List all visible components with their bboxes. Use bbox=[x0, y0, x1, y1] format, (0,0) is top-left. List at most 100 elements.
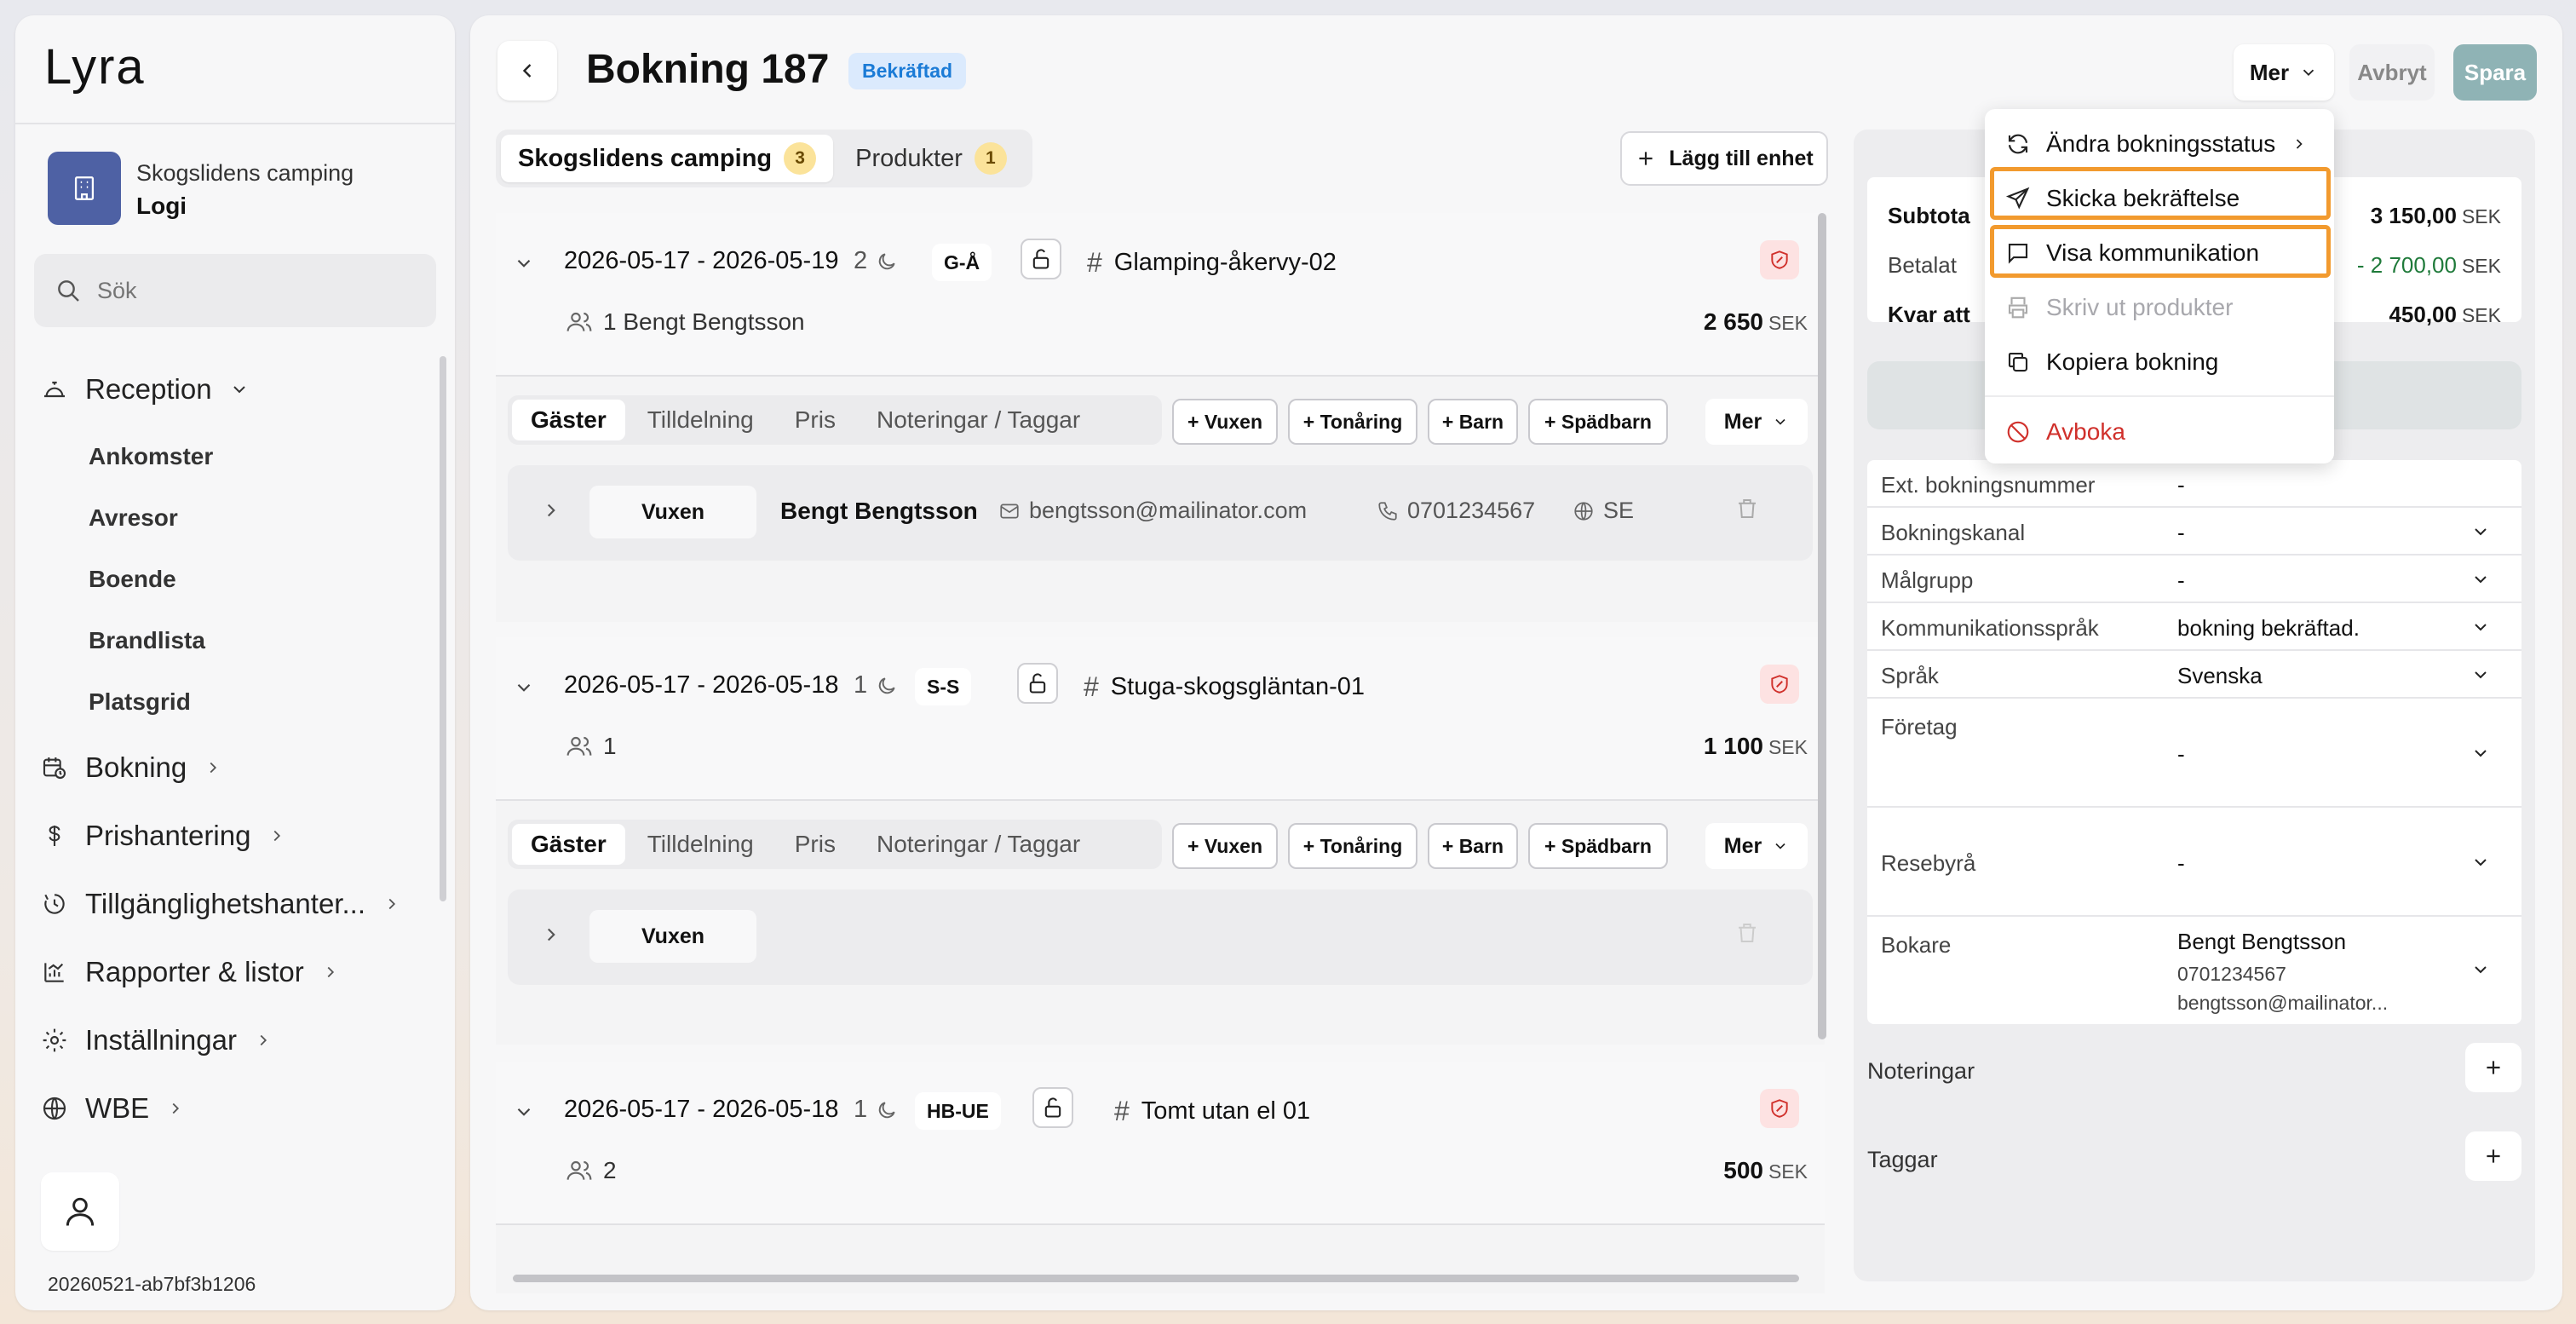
menu-cancel-booking[interactable]: Avboka bbox=[2005, 411, 2125, 453]
nav-sub-avresor[interactable]: Avresor bbox=[89, 504, 178, 532]
nav-reception-label: Reception bbox=[85, 373, 212, 405]
nights-count: 2 bbox=[854, 247, 868, 274]
unit-dates: 2026-05-17 - 2026-05-19 bbox=[564, 247, 839, 274]
guest-name: Bengt Bengtsson bbox=[780, 498, 978, 524]
add-note-button[interactable] bbox=[2465, 1043, 2521, 1092]
unit-card: 2026-05-17 - 2026-05-19 2 G-Å # Glamping-… bbox=[496, 213, 1825, 622]
field-row[interactable]: Företag - bbox=[1867, 699, 2521, 808]
chevron-down-icon[interactable] bbox=[513, 252, 535, 274]
unit-mer-button[interactable]: Mer bbox=[1705, 399, 1808, 445]
subtab-gaster[interactable]: Gäster bbox=[512, 400, 625, 440]
unlock-button[interactable] bbox=[1017, 663, 1058, 704]
nights-count: 1 bbox=[854, 671, 868, 699]
field-row[interactable]: Målgrupp - bbox=[1867, 556, 2521, 603]
user-avatar[interactable] bbox=[41, 1172, 119, 1251]
subtab-gaster[interactable]: Gäster bbox=[512, 824, 625, 865]
shield-button[interactable] bbox=[1760, 240, 1799, 279]
back-button[interactable] bbox=[497, 41, 557, 101]
subtab-pris[interactable]: Pris bbox=[776, 400, 854, 440]
field-row[interactable]: Språk Svenska bbox=[1867, 651, 2521, 699]
subtab-noteringar[interactable]: Noteringar / Taggar bbox=[858, 824, 1099, 865]
nav-installningar[interactable]: Inställningar bbox=[41, 1024, 273, 1056]
nav-sub-brandlista[interactable]: Brandlista bbox=[89, 627, 205, 654]
refresh-icon bbox=[2008, 134, 2028, 154]
menu-change-status[interactable]: Ändra bokningsstatus bbox=[2005, 123, 2308, 165]
field-row[interactable]: Bokningskanal - bbox=[1867, 508, 2521, 556]
field-row[interactable]: Bokare Bengt Bengtsson 0701234567 bengts… bbox=[1867, 917, 2521, 1024]
nav-prishantering[interactable]: Prishantering bbox=[41, 820, 286, 852]
spara-button[interactable]: Spara bbox=[2453, 44, 2537, 101]
nav-sub-boende[interactable]: Boende bbox=[89, 566, 176, 593]
unlock-button[interactable] bbox=[1021, 239, 1061, 279]
nav-sub-platsgrid[interactable]: Platsgrid bbox=[89, 688, 191, 716]
mer-button[interactable]: Mer bbox=[2234, 44, 2334, 101]
horizontal-scrollbar[interactable] bbox=[513, 1275, 1799, 1282]
unit-mer-button[interactable]: Mer bbox=[1705, 823, 1808, 869]
add-adult-button[interactable]: + Vuxen bbox=[1172, 399, 1278, 445]
chevron-down-icon[interactable] bbox=[513, 1101, 535, 1123]
add-teen-button[interactable]: + Tonåring bbox=[1288, 399, 1417, 445]
unit-header: 2026-05-17 - 2026-05-19 2 G-Å # Glamping-… bbox=[496, 213, 1825, 377]
shield-button[interactable] bbox=[1760, 665, 1799, 704]
shield-button[interactable] bbox=[1760, 1089, 1799, 1128]
subtab-tilldelning[interactable]: Tilldelning bbox=[629, 824, 773, 865]
nav-wbe[interactable]: WBE bbox=[41, 1092, 185, 1125]
unlock-button[interactable] bbox=[1032, 1087, 1073, 1128]
nav-sub-ankomster[interactable]: Ankomster bbox=[89, 443, 213, 470]
plus-icon bbox=[2487, 1149, 2500, 1163]
nav-tillganglighet[interactable]: Tillgänglighetshanter... bbox=[41, 888, 401, 920]
tab-label: Skogslidens camping bbox=[518, 144, 773, 172]
chevron-down-icon[interactable] bbox=[513, 676, 535, 699]
unit-mer-label: Mer bbox=[1723, 833, 1762, 858]
chevron-right-icon[interactable] bbox=[540, 499, 562, 521]
menu-copy-booking[interactable]: Kopiera bokning bbox=[2005, 341, 2218, 383]
chevron-right-icon[interactable] bbox=[540, 924, 562, 946]
hash-icon: # bbox=[1084, 671, 1099, 702]
chevron-down-icon bbox=[1775, 843, 1785, 849]
add-child-button[interactable]: + Barn bbox=[1428, 399, 1518, 445]
guest-type[interactable]: Vuxen bbox=[589, 910, 756, 963]
unit-dates: 2026-05-17 - 2026-05-18 bbox=[564, 1096, 839, 1123]
shield-icon bbox=[1771, 1099, 1788, 1118]
add-teen-button[interactable]: + Tonåring bbox=[1288, 823, 1417, 869]
add-unit-button[interactable]: Lägg till enhet bbox=[1620, 131, 1828, 186]
guest-email: bengtsson@mailinator.com bbox=[998, 498, 1307, 524]
sidebar-search[interactable] bbox=[34, 254, 436, 327]
search-input[interactable] bbox=[97, 277, 421, 304]
nav-bokning[interactable]: Bokning bbox=[41, 751, 222, 784]
field-value[interactable]: - bbox=[2177, 472, 2185, 498]
trash-icon[interactable] bbox=[1734, 920, 1760, 946]
add-tag-button[interactable] bbox=[2465, 1131, 2521, 1181]
nav-prishantering-label: Prishantering bbox=[85, 820, 251, 851]
nav-rapporter[interactable]: Rapporter & listor bbox=[41, 956, 340, 988]
tab-produkter[interactable]: Produkter 1 bbox=[838, 135, 1024, 182]
add-infant-button[interactable]: + Spädbarn bbox=[1528, 823, 1668, 869]
sidebar-scrollbar[interactable] bbox=[440, 356, 446, 901]
users-icon bbox=[566, 736, 592, 756]
content-scrollbar[interactable] bbox=[1818, 213, 1826, 1039]
add-child-button[interactable]: + Barn bbox=[1428, 823, 1518, 869]
chevron-right-icon bbox=[327, 966, 334, 978]
nav-rapporter-label: Rapporter & listor bbox=[85, 956, 304, 987]
subtab-noteringar[interactable]: Noteringar / Taggar bbox=[858, 400, 1099, 440]
trash-icon[interactable] bbox=[1734, 496, 1760, 521]
unit-dates: 2026-05-17 - 2026-05-18 bbox=[564, 671, 839, 699]
field-row[interactable]: Kommunikationsspråk bokning bekräftad. bbox=[1867, 603, 2521, 651]
field-row[interactable]: Resebyrå - bbox=[1867, 808, 2521, 917]
subtab-tilldelning[interactable]: Tilldelning bbox=[629, 400, 773, 440]
add-adult-button[interactable]: + Vuxen bbox=[1172, 823, 1278, 869]
guest-type[interactable]: Vuxen bbox=[589, 486, 756, 538]
field-value: - bbox=[2177, 850, 2185, 876]
nav-tillganglighet-label: Tillgänglighetshanter... bbox=[85, 888, 365, 919]
menu-print-products[interactable]: Skriv ut produkter bbox=[2005, 286, 2233, 329]
hash-icon: # bbox=[1114, 1096, 1130, 1126]
avbryt-button[interactable]: Avbryt bbox=[2349, 44, 2435, 101]
building-icon[interactable] bbox=[48, 152, 121, 225]
unit-code: S-S bbox=[915, 668, 972, 705]
nav-reception[interactable]: Reception bbox=[41, 373, 250, 406]
guest-phone-text: 0701234567 bbox=[1407, 498, 1536, 523]
add-infant-button[interactable]: + Spädbarn bbox=[1528, 399, 1668, 445]
tab-skogslidens-camping[interactable]: Skogslidens camping 3 bbox=[501, 135, 834, 182]
subtab-pris[interactable]: Pris bbox=[776, 824, 854, 865]
lyra-logo[interactable]: Lyra bbox=[43, 43, 196, 94]
